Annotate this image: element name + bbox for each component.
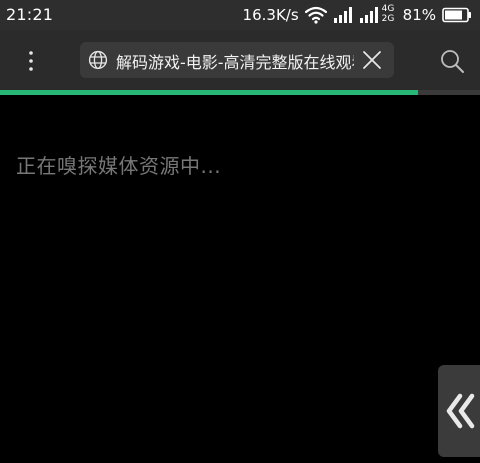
dual-sim-indicator: 4G 2G [359, 4, 397, 25]
sniffing-status-message: 正在嗅探媒体资源中... [16, 154, 222, 178]
address-bar[interactable]: 解码游戏-电影-高清完整版在线观看 [80, 42, 394, 78]
battery-percent: 81% [402, 6, 436, 24]
network-badge-bottom: 2G [381, 14, 395, 24]
page-title: 解码游戏-电影-高清完整版在线观看 [116, 53, 354, 72]
status-time: 21:21 [6, 5, 54, 24]
side-collapse-button[interactable] [438, 365, 480, 457]
double-chevron-left-icon [446, 393, 475, 429]
close-icon[interactable] [360, 48, 384, 72]
status-bar: 21:21 16.3K/s 4G 2G 81% [0, 0, 480, 30]
page-load-progress [0, 90, 480, 95]
globe-icon [88, 50, 108, 70]
browser-toolbar: 解码游戏-电影-高清完整版在线观看 [0, 30, 480, 90]
signal-2-icon [359, 7, 378, 23]
signal-icon [333, 7, 352, 23]
network-badge-top: 4G [381, 4, 395, 14]
wifi-icon [304, 6, 327, 24]
network-speed: 16.3K/s [242, 6, 299, 24]
browser-screen: 21:21 16.3K/s 4G 2G 81% 解码游戏-电影-高清完整版在线观… [0, 0, 480, 463]
battery-icon [442, 7, 471, 23]
search-icon[interactable] [439, 48, 465, 74]
status-right-group: 16.3K/s 4G 2G 81% [243, 4, 472, 26]
more-vertical-icon[interactable] [18, 48, 44, 74]
progress-fill [0, 90, 418, 95]
